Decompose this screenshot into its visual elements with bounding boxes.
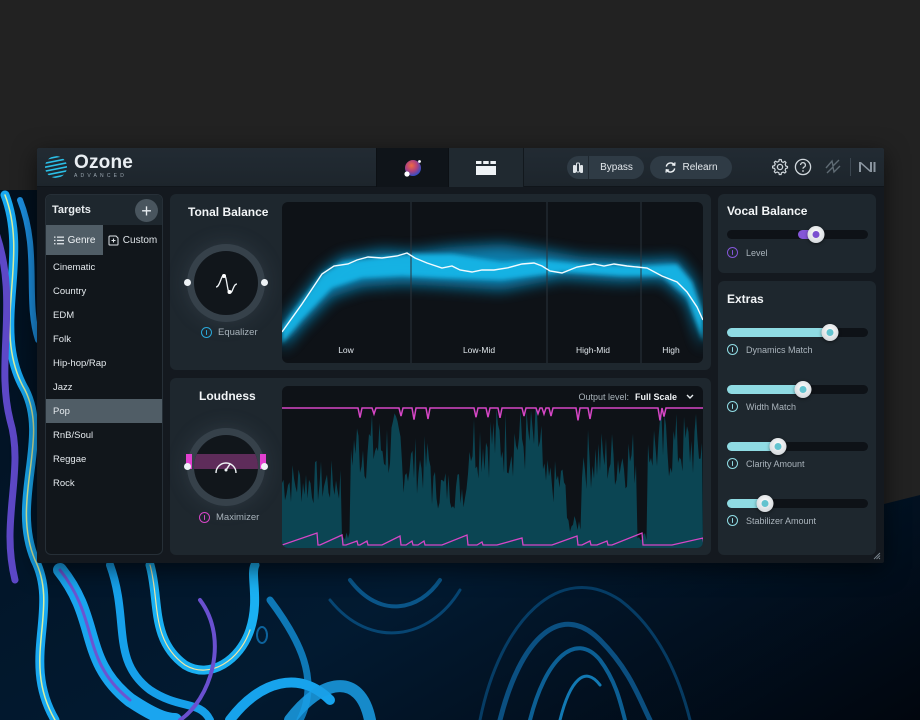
add-target-button[interactable]: +	[135, 199, 158, 222]
stabilizer-amount-thumb[interactable]	[756, 495, 774, 512]
stabilizer-amount-label: Stabilizer Amount	[746, 515, 817, 526]
stabilizer-amount-power-icon[interactable]	[727, 515, 738, 526]
band-label-high: High	[662, 345, 680, 355]
app-name: Ozone	[74, 152, 134, 173]
genre-item-jazz[interactable]: Jazz	[46, 375, 162, 399]
dynamics-match-thumb[interactable]	[821, 324, 839, 341]
ozone-logo: Ozone ADVANCED	[43, 153, 133, 180]
output-level-label: Output level:	[578, 392, 629, 402]
plus-icon: +	[141, 200, 152, 221]
knob-handle-left[interactable]	[184, 279, 191, 286]
stabilizer-amount-slider[interactable]	[727, 495, 868, 512]
dynamics-match-power-icon[interactable]	[727, 344, 738, 355]
genre-item-edm[interactable]: EDM	[46, 303, 162, 327]
ozone-logo-icon	[45, 155, 67, 178]
custom-add-icon	[108, 235, 119, 245]
refresh-icon	[665, 162, 677, 173]
loudness-graph: Output level: Full Scale	[282, 386, 703, 548]
band-label-low-mid: Low-Mid	[462, 345, 496, 355]
genre-item-country[interactable]: Country	[46, 279, 162, 303]
tab-genre[interactable]: Genre	[46, 225, 104, 255]
relearn-label: Relearn	[682, 162, 718, 173]
vocal-power-icon[interactable]	[727, 247, 738, 258]
genre-item-folk[interactable]: Folk	[46, 327, 162, 351]
vocal-balance-panel: Vocal Balance Level	[718, 194, 876, 273]
extras-panel: Extras Dynamics Match Width Match Clarit…	[718, 281, 876, 555]
targets-panel: Targets + Genre Custom Cinematic Country…	[45, 194, 163, 555]
ozone-plugin-window: Ozone ADVANCED Bypass Relearn Targets + …	[37, 148, 884, 563]
ceiling-line	[282, 407, 703, 421]
equalizer-power-icon[interactable]	[201, 327, 212, 338]
width-match-thumb[interactable]	[794, 381, 812, 398]
knob-handle-right[interactable]	[261, 463, 268, 470]
width-match-label: Width Match	[746, 401, 797, 412]
output-level-value: Full Scale	[634, 392, 677, 402]
loudness-panel: Loudness Maximizer Output level: Full Sc…	[170, 378, 711, 555]
ni-logo-icon[interactable]	[857, 158, 877, 176]
output-level-selector[interactable]: Output level: Full Scale	[578, 392, 695, 402]
chevron-down-icon	[686, 394, 694, 399]
genre-item-pop[interactable]: Pop	[46, 399, 162, 423]
vocal-balance-title: Vocal Balance	[727, 204, 808, 218]
header-bar: Ozone ADVANCED Bypass Relearn	[37, 148, 884, 187]
tonal-balance-panel: Tonal Balance Equalizer Low Low-Mid High…	[170, 194, 711, 370]
width-match-slider[interactable]	[727, 381, 868, 398]
tonal-balance-title: Tonal Balance	[188, 205, 269, 219]
clarity-amount-label: Clarity Amount	[746, 458, 805, 469]
genre-item-cinematic[interactable]: Cinematic	[46, 255, 162, 279]
resize-grip-icon[interactable]	[873, 552, 881, 560]
app-edition: ADVANCED	[74, 173, 128, 179]
tab-custom-label: Custom	[122, 234, 158, 246]
genre-item-hip-hop-rap[interactable]: Hip-hop/Rap	[46, 351, 162, 375]
ozone-link-icon[interactable]	[824, 158, 842, 176]
tab-master-assistant[interactable]	[376, 148, 449, 187]
eq-curve-icon	[215, 274, 238, 294]
maximizer-label: Maximizer	[216, 512, 260, 523]
band-label-low: Low	[338, 345, 354, 355]
vocal-level-label: Level	[746, 247, 768, 258]
bypass-button[interactable]: Bypass	[567, 156, 644, 179]
vocal-level-slider[interactable]	[727, 226, 868, 243]
speedometer-icon	[215, 462, 237, 474]
dynamics-match-slider[interactable]	[727, 324, 868, 341]
equalizer-label: Equalizer	[218, 327, 258, 338]
target-type-tabs: Genre Custom	[46, 225, 162, 255]
tonal-balance-graph: Low Low-Mid High-Mid High	[282, 202, 703, 363]
genre-list: Cinematic Country EDM Folk Hip-hop/Rap J…	[46, 255, 162, 495]
clarity-amount-slider[interactable]	[727, 438, 868, 455]
bypass-label: Bypass	[600, 162, 633, 173]
gear-icon[interactable]	[771, 158, 789, 176]
tab-genre-label: Genre	[67, 234, 96, 246]
clarity-amount-power-icon[interactable]	[727, 458, 738, 469]
width-match-power-icon[interactable]	[727, 401, 738, 412]
list-icon	[53, 236, 64, 244]
knob-handle-left[interactable]	[184, 463, 191, 470]
maximizer-knob[interactable]	[184, 428, 268, 506]
equalizer-knob[interactable]	[184, 244, 268, 322]
master-assistant-icon	[403, 159, 421, 177]
dynamics-match-label: Dynamics Match	[746, 344, 813, 355]
band-label-high-mid: High-Mid	[575, 345, 611, 355]
tab-modules[interactable]	[449, 148, 524, 187]
extras-title: Extras	[727, 292, 764, 306]
relearn-button[interactable]: Relearn	[650, 156, 732, 179]
clarity-amount-thumb[interactable]	[769, 438, 787, 455]
knob-handle-right[interactable]	[261, 279, 268, 286]
maximizer-power-icon[interactable]	[199, 512, 210, 523]
target-range-band	[282, 244, 703, 350]
genre-item-rock[interactable]: Rock	[46, 471, 162, 495]
tab-custom[interactable]: Custom	[103, 225, 162, 255]
genre-item-rnb-soul[interactable]: RnB/Soul	[46, 423, 162, 447]
modules-grid-icon	[476, 160, 496, 175]
loudness-waveform	[282, 408, 703, 548]
header-divider	[850, 158, 851, 176]
help-icon[interactable]	[794, 158, 812, 176]
vocal-level-thumb[interactable]	[807, 226, 825, 243]
loudness-title: Loudness	[199, 389, 256, 403]
targets-title: Targets	[52, 204, 91, 216]
bypass-icon	[567, 156, 589, 179]
genre-item-reggae[interactable]: Reggae	[46, 447, 162, 471]
